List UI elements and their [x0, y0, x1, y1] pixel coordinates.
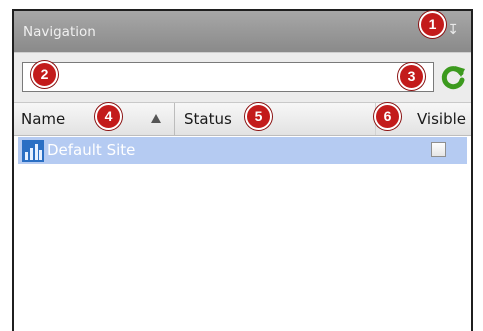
callout-badge: 1 [419, 11, 446, 38]
pin-icon[interactable]: ↧ [447, 22, 459, 38]
column-header-status[interactable]: Status [175, 103, 375, 135]
panel-titlebar: Navigation ↧ [14, 11, 471, 52]
column-header-label: Name [21, 110, 66, 128]
callout-badge: 6 [374, 103, 401, 130]
callout-badge: 4 [95, 103, 122, 130]
table-header: Name Status Visible [14, 102, 471, 136]
column-header-label: Visible [417, 110, 466, 128]
panel-title: Navigation [23, 24, 96, 40]
sort-ascending-icon [151, 114, 161, 123]
callout-badge: 2 [31, 61, 58, 88]
site-name: Default Site [47, 141, 136, 159]
callout-badge: 5 [245, 103, 272, 130]
search-input[interactable] [22, 62, 434, 92]
navigation-panel: Navigation ↧ Name Status Visible Default… [12, 9, 473, 331]
callout-badge: 3 [398, 63, 425, 90]
site-icon [22, 140, 44, 162]
refresh-icon[interactable] [439, 63, 467, 91]
column-header-label: Status [184, 110, 232, 128]
visible-checkbox[interactable] [431, 142, 446, 157]
table-row[interactable]: Default Site [18, 137, 467, 164]
